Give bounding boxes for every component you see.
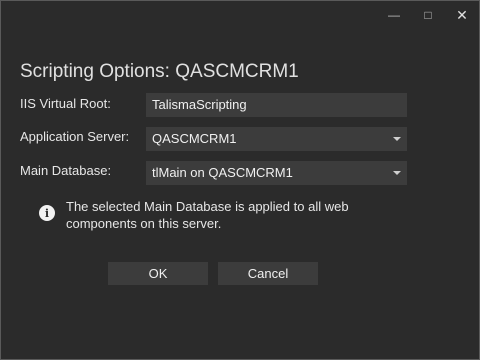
info-icon: i xyxy=(39,205,55,221)
main-database-select[interactable]: tlMain on QASCMCRM1 xyxy=(146,161,407,185)
main-database-label: Main Database: xyxy=(20,163,112,178)
chevron-down-icon[interactable] xyxy=(393,137,401,141)
maximize-icon[interactable]: □ xyxy=(411,1,445,29)
main-database-value: tlMain on QASCMCRM1 xyxy=(152,165,293,180)
iis-virtual-root-field[interactable] xyxy=(146,93,407,117)
minimize-icon[interactable]: — xyxy=(377,1,411,29)
ok-button[interactable]: OK xyxy=(108,262,208,285)
scripting-options-dialog: — □ ✕ Scripting Options: QASCMCRM1 IIS V… xyxy=(0,0,480,360)
window-titlebar-controls: — □ ✕ xyxy=(377,1,479,29)
iis-virtual-root-input[interactable] xyxy=(152,97,392,112)
dialog-title: Scripting Options: QASCMCRM1 xyxy=(20,61,299,82)
cancel-button[interactable]: Cancel xyxy=(218,262,318,285)
close-icon[interactable]: ✕ xyxy=(445,1,479,29)
application-server-value: QASCMCRM1 xyxy=(152,131,237,146)
chevron-down-icon[interactable] xyxy=(393,171,401,175)
info-message: The selected Main Database is applied to… xyxy=(66,199,349,231)
application-server-label: Application Server: xyxy=(20,129,130,144)
iis-virtual-root-label: IIS Virtual Root: xyxy=(20,96,111,111)
application-server-select[interactable]: QASCMCRM1 xyxy=(146,127,407,151)
